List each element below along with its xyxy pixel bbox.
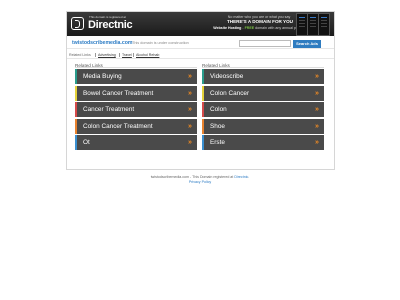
link-label: Videoscribe [210, 73, 244, 80]
link-item[interactable]: Videoscribe » [202, 69, 324, 84]
double-arrow-icon: » [188, 122, 192, 130]
banner-tagline-2: THERE'S A DOMAIN FOR YOU [226, 19, 293, 24]
color-bar [202, 85, 204, 101]
link-label: Colon Cancer Treatment [83, 122, 153, 130]
server-rack-icon [294, 12, 332, 36]
link-item[interactable]: Bowel Cancer Treatment » [75, 85, 197, 101]
color-bar [75, 69, 77, 84]
link-item[interactable]: Colon Cancer Treatment » [75, 118, 197, 134]
hosting-label: Website Hosting [213, 26, 242, 30]
footer-directnic-link[interactable]: Directnic [234, 175, 248, 179]
link-label: Media Buying [83, 73, 122, 80]
double-arrow-icon: » [315, 122, 319, 130]
link-label: Colon Cancer [210, 89, 250, 97]
color-bar [75, 118, 77, 134]
link-label: Colon [210, 106, 227, 113]
strip-link-advertising[interactable]: Advertising [95, 52, 116, 57]
privacy-policy-link[interactable]: Privacy Policy [189, 180, 211, 184]
color-bar [75, 135, 77, 150]
double-arrow-icon: » [188, 106, 192, 113]
link-label: Ot [83, 139, 90, 146]
search-ads-button[interactable]: Search Ads [293, 39, 321, 48]
double-arrow-icon: » [188, 89, 192, 97]
strip-link-alcohol-rehab[interactable]: Alcohol Rehab [133, 52, 159, 57]
color-bar [202, 69, 204, 84]
directnic-banner[interactable]: This domain is registered at Directnic N… [67, 12, 334, 36]
right-column-title: Related Links [202, 63, 324, 68]
color-bar [202, 118, 204, 134]
double-arrow-icon: » [188, 139, 192, 146]
color-bar [75, 85, 77, 101]
double-arrow-icon: » [315, 139, 319, 146]
domain-bar: twistodscribemedia.com This domain is un… [67, 38, 334, 49]
color-bar [75, 102, 77, 117]
right-links-column: Related Links Videoscribe » Colon Cancer… [202, 63, 324, 152]
link-label: Cancer Treatment [83, 106, 135, 113]
double-arrow-icon: » [315, 73, 319, 80]
double-arrow-icon: » [315, 89, 319, 97]
link-item[interactable]: Erste » [202, 135, 324, 150]
domain-name[interactable]: twistodscribemedia.com [72, 40, 133, 46]
page-frame: This domain is registered at Directnic N… [66, 11, 335, 170]
link-label: Bowel Cancer Treatment [83, 89, 154, 97]
color-bar [202, 135, 204, 150]
link-label: Erste [210, 139, 225, 146]
link-item[interactable]: Shoe » [202, 118, 324, 134]
domain-note: This domain is under construction [132, 41, 189, 45]
banner-tagline-3: Website Hosting - FREE domain with any a… [213, 26, 301, 30]
directnic-logo-icon [71, 17, 84, 30]
logo-name: Directnic [88, 19, 133, 31]
left-column-title: Related Links [75, 63, 197, 68]
search-input[interactable] [239, 40, 291, 47]
page-footer: twistodscribemedia.com - This Domain reg… [0, 175, 400, 185]
left-links-column: Related Links Media Buying » Bowel Cance… [75, 63, 197, 152]
strip-link-travel[interactable]: Travel [119, 52, 132, 57]
link-item[interactable]: Colon » [202, 102, 324, 117]
link-item[interactable]: Ot » [75, 135, 197, 150]
related-strip-label: Related Links [69, 52, 91, 57]
link-item[interactable]: Cancer Treatment » [75, 102, 197, 117]
related-links-strip: Related Links Advertising Travel Alcohol… [67, 50, 334, 59]
footer-text: twistodscribemedia.com - This Domain reg… [150, 175, 234, 179]
link-item[interactable]: Media Buying » [75, 69, 197, 84]
link-item[interactable]: Colon Cancer » [202, 85, 324, 101]
double-arrow-icon: » [188, 73, 192, 80]
free-label: FREE [244, 26, 255, 30]
color-bar [202, 102, 204, 117]
link-label: Shoe [210, 122, 225, 130]
double-arrow-icon: » [315, 106, 319, 113]
